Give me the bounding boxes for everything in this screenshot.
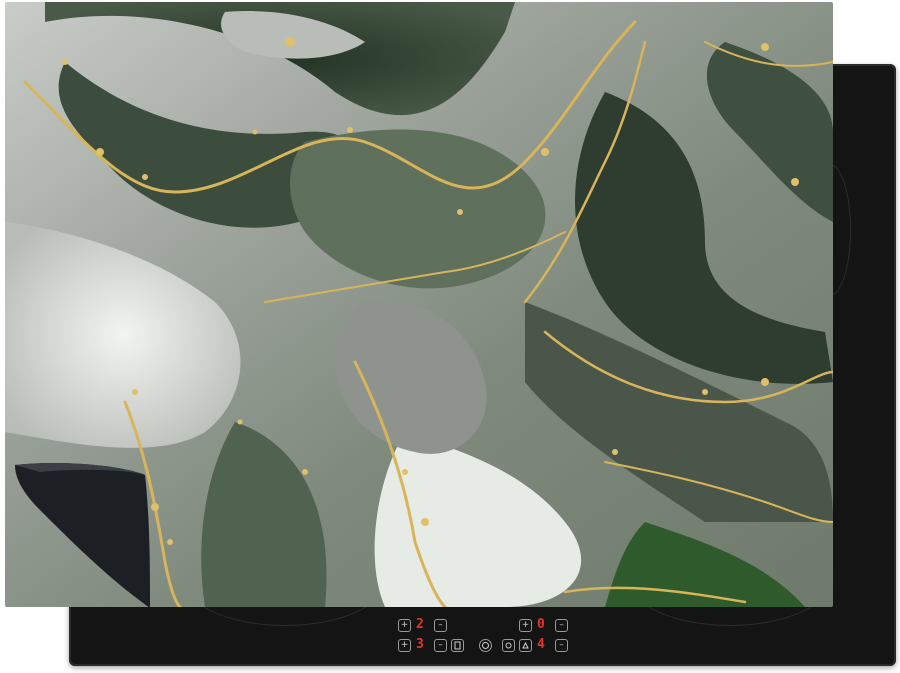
boost-icon[interactable] xyxy=(519,639,532,652)
right-zone-plus-button[interactable]: + xyxy=(519,619,532,632)
rear-right-minus-button[interactable]: – xyxy=(555,639,568,652)
lock-icon[interactable] xyxy=(502,639,515,652)
left-zone-plus-button[interactable]: + xyxy=(398,619,411,632)
timer-icon[interactable] xyxy=(451,639,464,652)
right-zone-minus-button[interactable]: – xyxy=(555,619,568,632)
power-icon[interactable] xyxy=(479,639,492,652)
rear-left-plus-button[interactable]: + xyxy=(398,639,411,652)
product-photo: + 2 – + 0 – + 3 – 4 – xyxy=(0,0,900,673)
curled-corner xyxy=(15,463,150,608)
rear-left-power-display: 3 xyxy=(416,637,424,652)
touch-control-panel: + 2 – + 0 – + 3 – 4 – xyxy=(395,614,585,654)
rear-right-power-display: 4 xyxy=(537,637,545,652)
right-zone-power-display: 0 xyxy=(537,617,545,632)
left-zone-power-display: 2 xyxy=(416,617,424,632)
left-zone-minus-button[interactable]: – xyxy=(434,619,447,632)
rear-left-minus-button[interactable]: – xyxy=(434,639,447,652)
